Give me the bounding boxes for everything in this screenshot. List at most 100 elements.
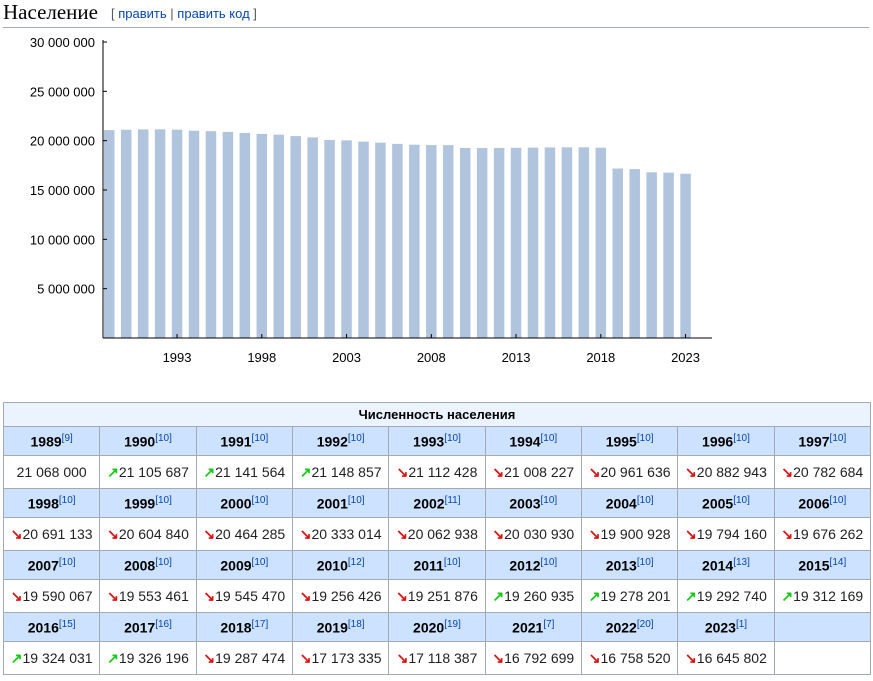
reference-link[interactable]: [10] (733, 495, 750, 506)
bar-2000 (290, 136, 301, 338)
population-value: 17 173 335 (311, 649, 382, 666)
population-value-cell: ↘20 333 014 (291, 517, 390, 551)
bar-1990 (120, 129, 132, 338)
year-cell: 2019[18] (291, 612, 390, 642)
trend-up-icon: ↗ (781, 587, 794, 604)
trend-down-icon: ↘ (396, 463, 409, 480)
year-cell: 2020[19] (388, 612, 486, 642)
population-value-cell: ↘19 287 474 (195, 641, 293, 675)
reference-link[interactable]: [15] (59, 619, 76, 630)
reference-link[interactable]: [19] (444, 619, 461, 630)
year-cell: 1997[10] (773, 426, 872, 456)
reference-link[interactable]: [16] (155, 619, 172, 630)
year-label: 2006 (798, 495, 830, 512)
reference-link[interactable]: [10] (637, 495, 654, 506)
population-value: 19 312 169 (793, 587, 864, 604)
year-cell: 2009[10] (195, 550, 293, 580)
edit-code-link[interactable]: править код (177, 6, 249, 21)
year-cell: 1993[10] (388, 426, 486, 456)
reference-link[interactable]: [10] (444, 557, 461, 568)
trend-down-icon: ↘ (299, 649, 312, 666)
reference-link[interactable]: [10] (155, 433, 172, 444)
reference-link[interactable]: [10] (444, 433, 461, 444)
reference-link[interactable]: [7] (543, 619, 554, 630)
y-tick-label: 5 000 000 (37, 282, 95, 297)
reference-link[interactable]: [10] (541, 433, 558, 444)
reference-link[interactable]: [10] (733, 433, 750, 444)
reference-link[interactable]: [17] (252, 619, 269, 630)
reference-link[interactable]: [12] (348, 557, 365, 568)
population-value-cell: ↘20 782 684 (773, 455, 872, 489)
reference-link[interactable]: [10] (541, 557, 558, 568)
x-tick-label: 2003 (332, 350, 361, 365)
reference-link[interactable]: [18] (348, 619, 365, 630)
bar-2016 (561, 147, 573, 338)
year-cell: 2006[10] (773, 488, 872, 518)
trend-down-icon: ↘ (781, 525, 794, 542)
year-cell: 2018[17] (195, 612, 293, 642)
value-row: ↗19 324 031 ↗19 326 196 ↘19 287 474 ↘17 173… (2, 641, 872, 675)
reference-link[interactable]: [10] (252, 557, 269, 568)
year-cell (773, 612, 872, 642)
reference-link[interactable]: [10] (637, 433, 654, 444)
reference-link[interactable]: [10] (830, 495, 847, 506)
reference-link[interactable]: [10] (155, 495, 172, 506)
bar-2017 (578, 147, 590, 338)
trend-up-icon: ↗ (107, 649, 119, 666)
population-value: 21 068 000 (16, 464, 87, 480)
bar-2001 (307, 137, 318, 338)
reference-link[interactable]: [10] (348, 495, 365, 506)
bar-2009 (443, 145, 454, 338)
year-cell: 2011[10] (388, 550, 486, 580)
reference-link[interactable]: [11] (445, 495, 461, 506)
x-tick-label: 1998 (247, 350, 276, 365)
population-value: 21 112 428 (408, 463, 478, 480)
population-value-cell: ↗19 292 740 (677, 579, 775, 613)
year-label: 2015 (798, 557, 830, 574)
year-label: 2013 (605, 557, 637, 574)
reference-link[interactable]: [14] (830, 557, 847, 568)
reference-link[interactable]: [10] (830, 433, 847, 444)
population-value-cell (773, 641, 872, 675)
reference-link[interactable]: [10] (637, 557, 654, 568)
year-cell: 2001[10] (291, 488, 390, 518)
bar-2011 (476, 148, 488, 338)
reference-link[interactable]: [10] (252, 495, 269, 506)
reference-link[interactable]: [10] (59, 557, 76, 568)
year-row: 2016[15] 2017[16] 2018[17] 2019[18] 2020[19]… (2, 612, 872, 642)
year-cell: 2022[20] (580, 612, 679, 642)
reference-link[interactable]: [10] (59, 495, 76, 506)
reference-link[interactable]: [10] (348, 433, 365, 444)
trend-down-icon: ↘ (203, 649, 216, 666)
bar-1994 (188, 130, 200, 338)
year-cell: 1991[10] (195, 426, 293, 456)
reference-link[interactable]: [10] (252, 433, 269, 444)
reference-link[interactable]: [1] (736, 619, 747, 630)
population-value: 16 645 802 (696, 649, 767, 666)
bar-2021 (646, 172, 657, 338)
bar-2013 (510, 147, 522, 338)
edit-link[interactable]: править (118, 6, 166, 21)
reference-link[interactable]: [10] (541, 495, 558, 506)
bar-1995 (205, 131, 217, 338)
trend-down-icon: ↘ (299, 525, 312, 542)
bar-2006 (392, 143, 403, 338)
trend-down-icon: ↘ (10, 587, 23, 604)
reference-link[interactable]: [10] (155, 557, 172, 568)
year-label: 2011 (413, 557, 444, 574)
population-table: Численность населения 1989[9] 1990[10] 199… (2, 402, 872, 675)
trend-up-icon: ↗ (685, 587, 697, 604)
population-value: 20 333 014 (311, 525, 382, 542)
population-value-cell: ↘20 062 938 (388, 517, 486, 551)
trend-down-icon: ↘ (781, 463, 794, 480)
value-row: 21 068 000 ↗21 105 687 ↗21 141 564 ↗21 148 … (2, 455, 872, 489)
reference-link[interactable]: [20] (637, 619, 654, 630)
population-value: 20 882 943 (696, 463, 767, 480)
reference-link[interactable]: [9] (62, 433, 73, 444)
x-tick-label: 1993 (163, 350, 192, 365)
reference-link[interactable]: [13] (733, 557, 750, 568)
year-label: 1998 (27, 495, 59, 512)
bar-2012 (493, 147, 505, 338)
trend-down-icon: ↘ (299, 587, 312, 604)
year-cell: 1998[10] (2, 488, 101, 518)
